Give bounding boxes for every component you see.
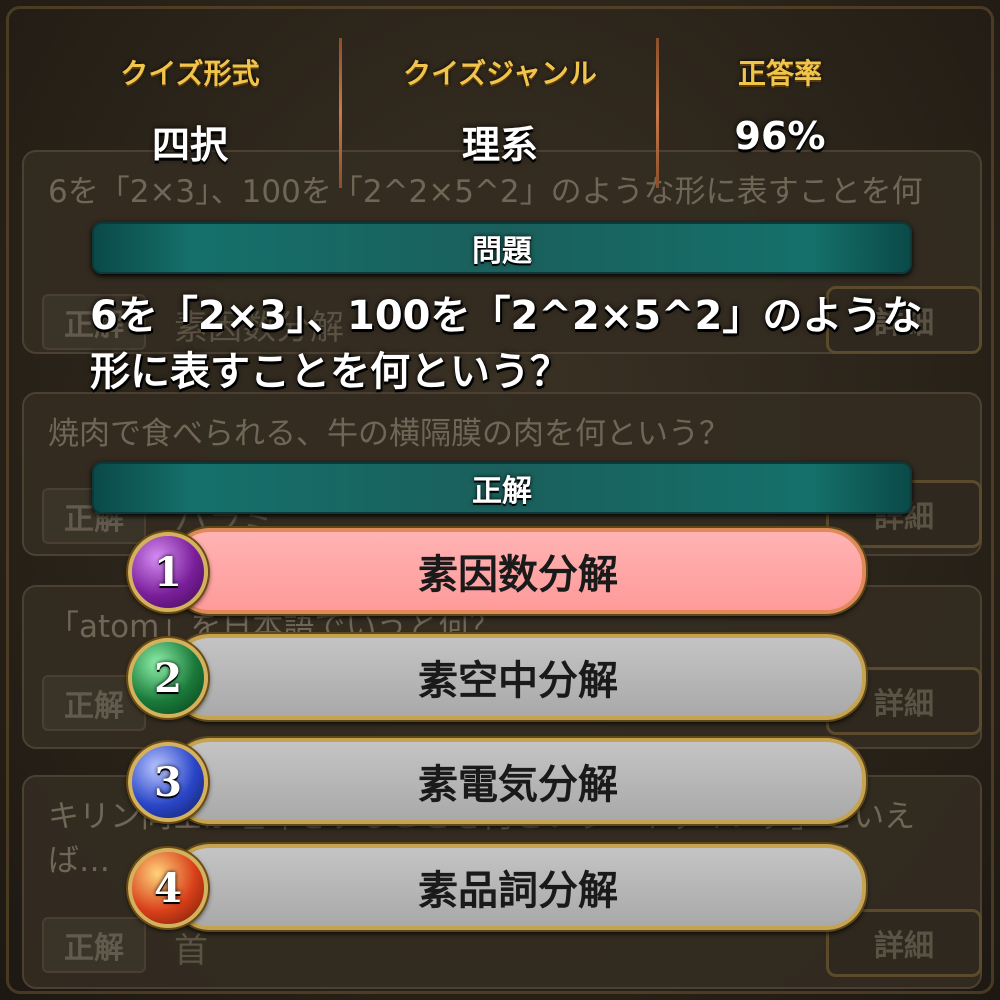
- choice-label: 素電気分解: [418, 762, 618, 808]
- history-question: 6を「2×3」、100を「2^2×5^2」のような形に表すことを何: [48, 174, 923, 210]
- choice-button-2[interactable]: 素空中分解: [170, 634, 866, 720]
- answer-banner-label: 正解: [472, 474, 532, 509]
- quiz-format-stat: クイズ形式 四択: [40, 52, 340, 169]
- choice-label: 素品詞分解: [418, 868, 618, 914]
- quiz-format-label: クイズ形式: [120, 57, 260, 90]
- divider: [339, 38, 342, 188]
- choice-number-2-icon: 2: [128, 638, 208, 718]
- correct-rate-stat: 正答率 96%: [630, 52, 930, 158]
- answer-banner: 正解: [92, 462, 912, 514]
- choice-number-3-icon: 3: [128, 742, 208, 822]
- history-answer: 首: [174, 931, 208, 971]
- quiz-genre-value: 理系: [461, 123, 538, 167]
- choice-button-3[interactable]: 素電気分解: [170, 738, 866, 824]
- correct-badge: 正解: [42, 917, 146, 973]
- history-question: 焼肉で食べられる、牛の横隔膜の肉を何という？: [48, 416, 730, 452]
- quiz-genre-stat: クイズジャンル 理系: [350, 52, 650, 169]
- quiz-format-value: 四択: [151, 123, 228, 167]
- question-banner-label: 問題: [472, 234, 532, 269]
- choice-number-4-icon: 4: [128, 848, 208, 928]
- question-banner: 問題: [92, 222, 912, 274]
- quiz-genre-label: クイズジャンル: [403, 57, 597, 90]
- choice-button-4[interactable]: 素品詞分解: [170, 844, 866, 930]
- choice-number-1-icon: 1: [128, 532, 208, 612]
- correct-rate-value: 96%: [734, 114, 826, 158]
- choice-label: 素因数分解: [418, 552, 618, 598]
- choice-button-1[interactable]: 素因数分解: [170, 528, 866, 614]
- question-text: 6を「2×3」、100を「2^2×5^2」のような形に表すことを何という？: [90, 293, 923, 395]
- correct-rate-label: 正答率: [737, 57, 822, 90]
- choice-label: 素空中分解: [418, 658, 618, 704]
